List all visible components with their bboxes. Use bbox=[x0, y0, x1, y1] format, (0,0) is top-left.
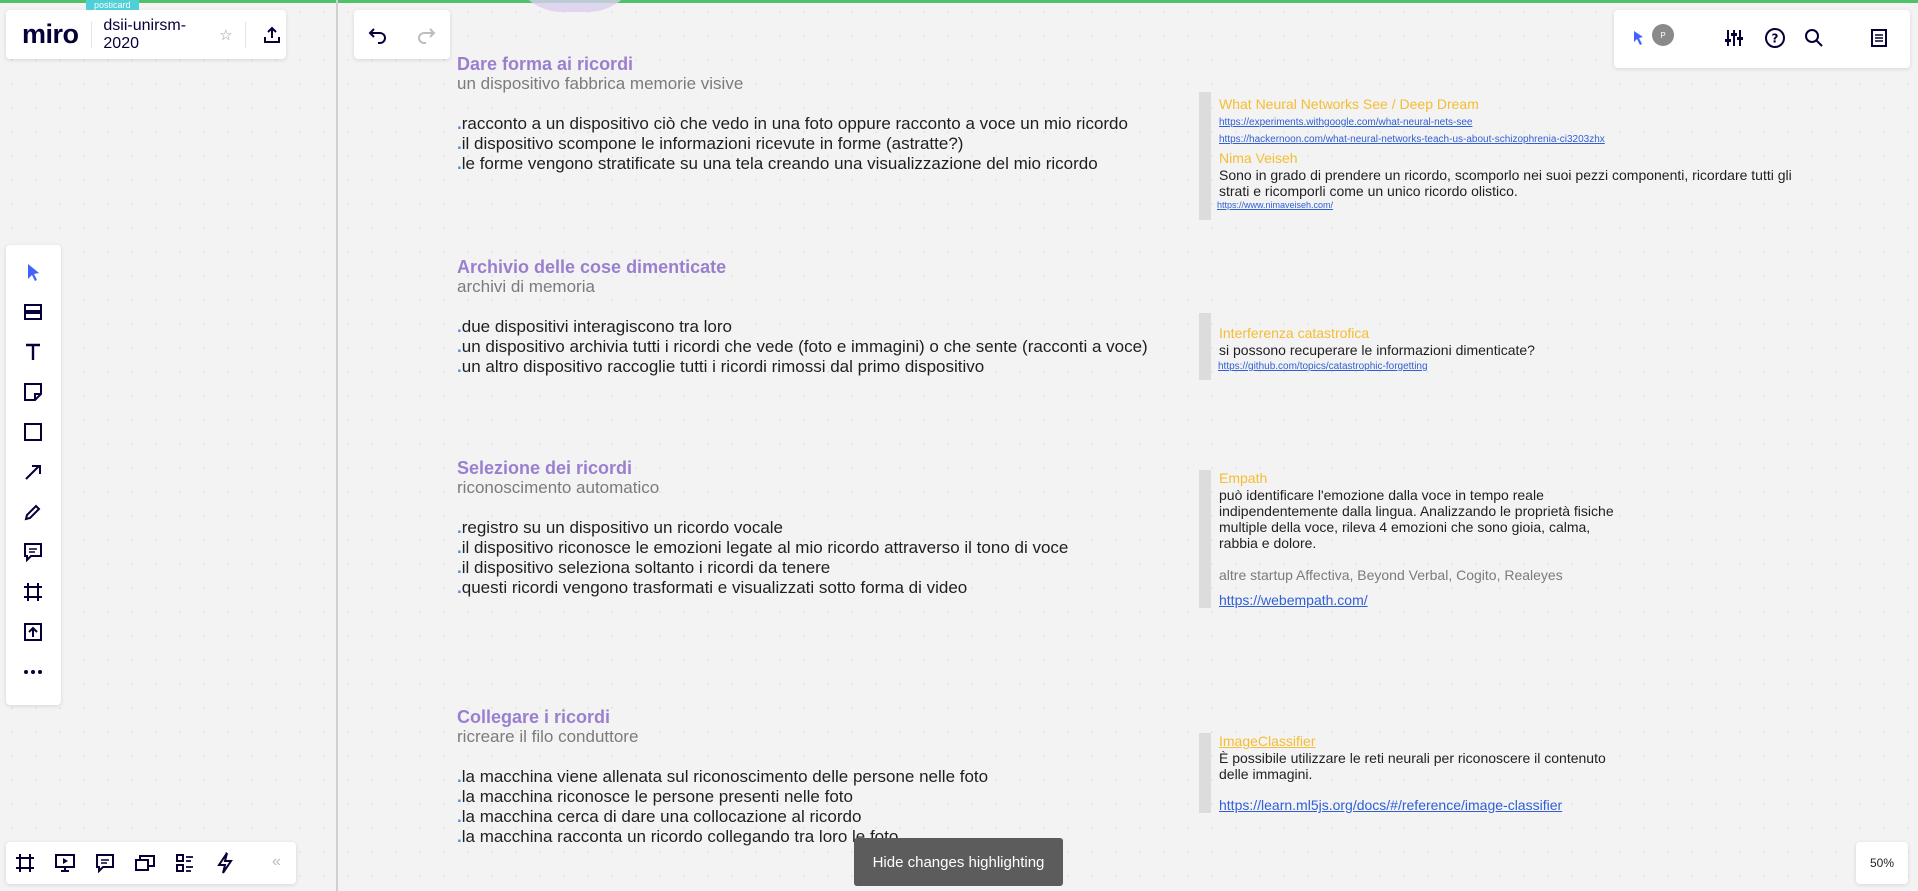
list-item: .racconto a un dispositivo ciò che vedo … bbox=[457, 114, 1128, 133]
list-item: .un altro dispositivo raccoglie tutti i … bbox=[457, 357, 985, 376]
frames-icon[interactable] bbox=[10, 848, 40, 878]
section-title: Archivio delle cose dimenticate bbox=[457, 257, 727, 277]
reference-link[interactable]: https://hackernoon.com/what-neural-netwo… bbox=[1219, 131, 1819, 148]
frame-icon[interactable] bbox=[18, 577, 48, 607]
reference-link[interactable]: https://github.com/topics/catastrophic-f… bbox=[1218, 358, 1819, 375]
presentation-icon[interactable] bbox=[50, 848, 80, 878]
section-selezione[interactable]: Selezione dei ricordi riconoscimento aut… bbox=[457, 458, 1177, 598]
upload-tool-icon[interactable] bbox=[18, 617, 48, 647]
section-title: Dare forma ai ricordi bbox=[457, 54, 634, 74]
reference-link[interactable]: https://learn.ml5js.org/docs/#/reference… bbox=[1219, 796, 1819, 814]
video-chat-icon[interactable] bbox=[130, 848, 160, 878]
section-subtitle: riconoscimento automatico bbox=[457, 478, 660, 497]
frame-border bbox=[336, 0, 338, 891]
svg-text:?: ? bbox=[1772, 32, 1779, 46]
more-icon[interactable] bbox=[18, 657, 48, 687]
comment-icon[interactable] bbox=[18, 537, 48, 567]
section-title: Selezione dei ricordi bbox=[457, 458, 633, 478]
section-title: Collegare i ricordi bbox=[457, 707, 611, 727]
reference-title[interactable]: ImageClassifier bbox=[1219, 733, 1819, 750]
left-toolbar bbox=[6, 245, 61, 705]
list-item: .un dispositivo archivia tutti i ricordi… bbox=[457, 337, 1148, 356]
upload-icon[interactable] bbox=[257, 19, 286, 51]
avatar[interactable]: P bbox=[1652, 24, 1674, 46]
reference-title: Interferenza catastrofica bbox=[1219, 325, 1370, 341]
arrow-line-icon[interactable] bbox=[18, 457, 48, 487]
section-dare-forma[interactable]: Dare forma ai ricordi un dispositivo fab… bbox=[457, 54, 1177, 174]
sticky-note-icon[interactable] bbox=[18, 377, 48, 407]
undo-redo-panel bbox=[354, 10, 450, 59]
reference-author: Nima Veiseh bbox=[1219, 150, 1298, 166]
list-item: .la macchina viene allenata sul riconosc… bbox=[457, 767, 989, 786]
list-item: .registro su un dispositivo un ricordo v… bbox=[457, 518, 784, 537]
search-icon[interactable] bbox=[1799, 23, 1829, 53]
reference-deep-dream[interactable]: What Neural Networks See / Deep Dream ht… bbox=[1199, 92, 1819, 220]
reference-link[interactable]: https://experiments.withgoogle.com/what-… bbox=[1219, 114, 1819, 131]
reference-text: Sono in grado di prendere un ricordo, sc… bbox=[1219, 167, 1792, 183]
reference-text: strati e ricomporli come un unico ricord… bbox=[1219, 183, 1518, 199]
top-progress-line bbox=[0, 0, 1918, 3]
reference-title: Empath bbox=[1219, 470, 1268, 486]
reference-interferenza[interactable]: Interferenza catastrofica si possono rec… bbox=[1199, 313, 1819, 380]
section-archivio[interactable]: Archivio delle cose dimenticate archivi … bbox=[457, 257, 1177, 377]
reference-text: rabbia e dolore. bbox=[1219, 535, 1317, 551]
reference-text: può identificare l'emozione dalla voce i… bbox=[1219, 487, 1544, 503]
reference-empath[interactable]: Empath può identificare l'emozione dalla… bbox=[1199, 470, 1819, 608]
list-item: .il dispositivo seleziona soltanto i ric… bbox=[457, 558, 831, 577]
section-subtitle: ricreare il filo conduttore bbox=[457, 727, 639, 746]
templates-icon[interactable] bbox=[18, 297, 48, 327]
undo-icon[interactable] bbox=[367, 26, 389, 44]
list-item: .questi ricordi vengono trasformati e vi… bbox=[457, 578, 968, 597]
comments-icon[interactable] bbox=[90, 848, 120, 878]
redo-icon[interactable] bbox=[415, 26, 437, 44]
collapse-chevron-icon[interactable]: « bbox=[272, 853, 281, 871]
shape-tool-icon[interactable] bbox=[18, 417, 48, 447]
reference-link[interactable]: https://webempath.com/ bbox=[1219, 591, 1819, 609]
reference-title: What Neural Networks See / Deep Dream bbox=[1219, 96, 1479, 112]
frame-tag-label[interactable]: posticard bbox=[86, 0, 139, 10]
reference-image-classifier[interactable]: ImageClassifier È possibile utilizzare l… bbox=[1199, 733, 1819, 813]
list-item: .la macchina racconta un ricordo collega… bbox=[457, 827, 899, 846]
list-item: .la macchina riconosce le persone presen… bbox=[457, 787, 853, 806]
text-tool-icon[interactable] bbox=[18, 337, 48, 367]
reference-text: È possibile utilizzare le reti neurali p… bbox=[1219, 750, 1606, 766]
card-list-icon[interactable] bbox=[170, 848, 200, 878]
list-item: .la macchina cerca di dare una collocazi… bbox=[457, 807, 862, 826]
list-item: .il dispositivo riconosce le emozioni le… bbox=[457, 538, 1069, 557]
reference-link[interactable]: https://www.nimaveiseh.com/ bbox=[1217, 199, 1819, 212]
reference-text: delle immagini. bbox=[1219, 766, 1313, 782]
zoom-level[interactable]: 50% bbox=[1856, 842, 1908, 884]
bottom-toolbar: « bbox=[6, 842, 296, 884]
notes-icon[interactable] bbox=[1864, 23, 1894, 53]
miro-logo[interactable]: miro bbox=[22, 19, 79, 50]
divider bbox=[244, 21, 246, 48]
pen-icon[interactable] bbox=[18, 497, 48, 527]
star-icon[interactable]: ☆ bbox=[219, 26, 232, 44]
list-item: .il dispositivo scompone le informazioni… bbox=[457, 134, 964, 153]
list-item: .due dispositivi interagiscono tra loro bbox=[457, 317, 732, 336]
board-title[interactable]: dsii-unirsm-2020 bbox=[103, 17, 209, 53]
section-subtitle: archivi di memoria bbox=[457, 277, 595, 296]
cursor-flag-icon[interactable] bbox=[1624, 23, 1654, 53]
select-cursor-icon[interactable] bbox=[18, 257, 48, 287]
settings-sliders-icon[interactable] bbox=[1719, 23, 1749, 53]
divider bbox=[90, 21, 92, 48]
help-icon[interactable]: ? bbox=[1760, 23, 1790, 53]
section-subtitle: un dispositivo fabbrica memorie visive bbox=[457, 74, 744, 93]
lightning-icon[interactable] bbox=[210, 848, 240, 878]
reference-text: si possono recuperare le informazioni di… bbox=[1219, 342, 1535, 358]
reference-text: multiple della voce, rileva 4 emozioni c… bbox=[1219, 519, 1591, 535]
reference-note: altre startup Affectiva, Beyond Verbal, … bbox=[1219, 567, 1563, 583]
list-item: .le forme vengono stratificate su una te… bbox=[457, 154, 1098, 173]
section-collegare[interactable]: Collegare i ricordi ricreare il filo con… bbox=[457, 707, 1177, 847]
reference-text: indipendentemente dalla lingua. Analizza… bbox=[1219, 503, 1614, 519]
board-header: miro dsii-unirsm-2020 ☆ bbox=[6, 10, 286, 59]
hide-changes-button[interactable]: Hide changes highlighting bbox=[854, 838, 1063, 886]
